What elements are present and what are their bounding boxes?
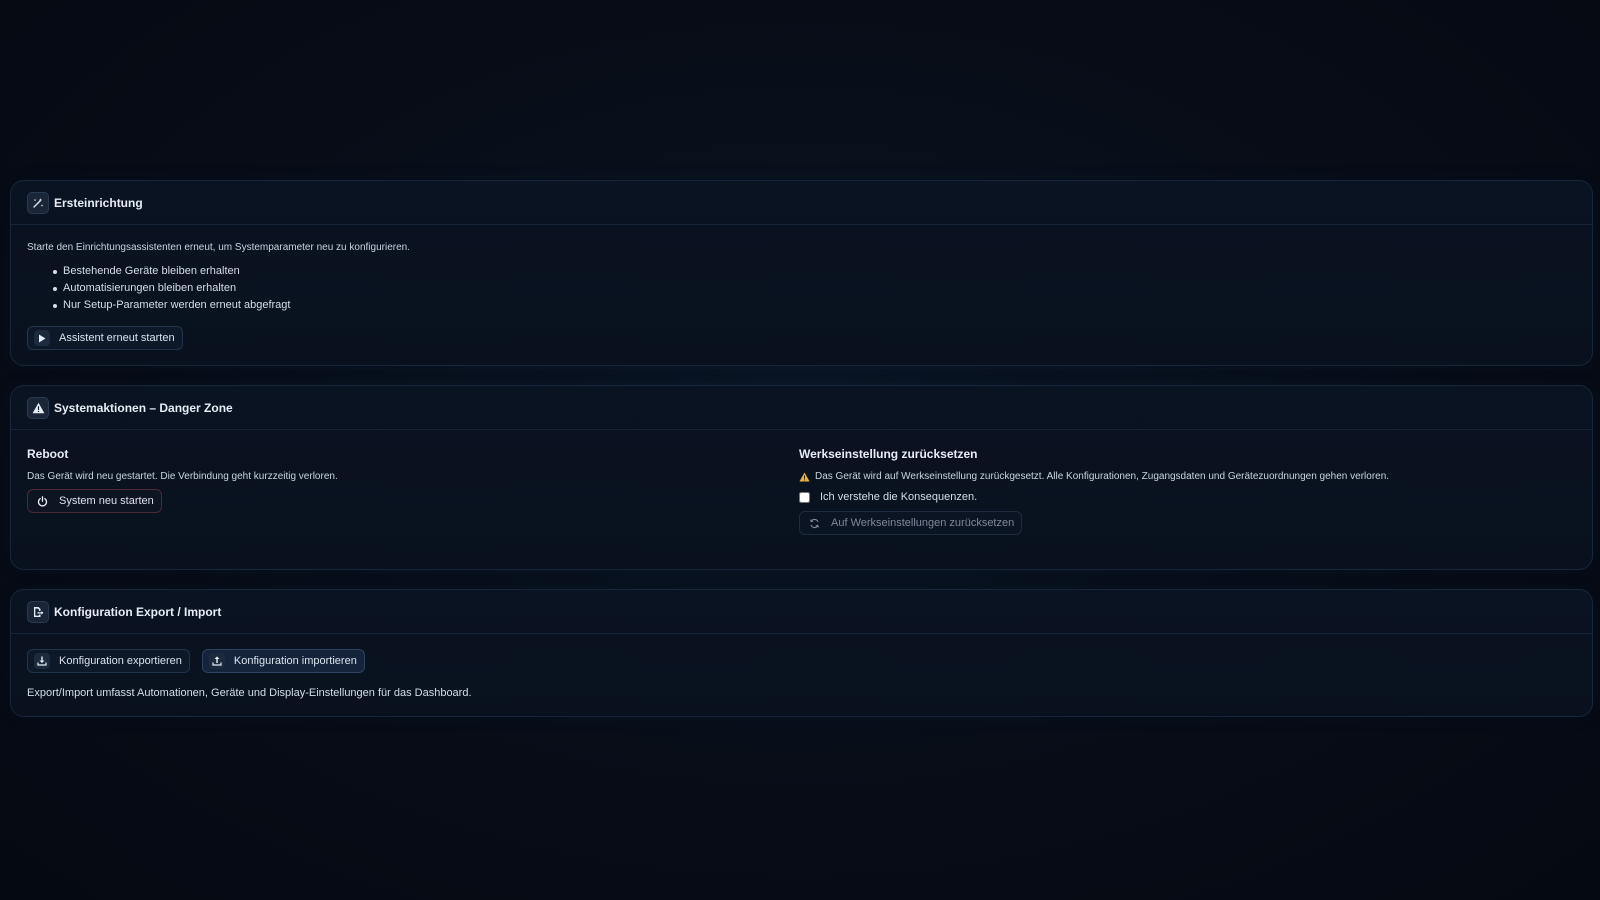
restart-wizard-button[interactable]: Assistent erneut starten (27, 326, 183, 350)
list-item: Bestehende Geräte bleiben erhalten (53, 263, 1576, 280)
export-config-button[interactable]: Konfiguration exportieren (27, 649, 190, 673)
file-export-icon (27, 600, 49, 623)
setup-points-list: Bestehende Geräte bleiben erhalten Autom… (53, 263, 1576, 314)
consequences-checkbox[interactable] (799, 491, 810, 503)
factory-reset-warning-text: Das Gerät wird auf Werkseinstellung zurü… (815, 471, 1390, 482)
factory-reset-button-label: Auf Werkseinstellungen zurücksetzen (831, 517, 1015, 529)
list-item: Nur Setup-Parameter werden erneut abgefr… (53, 297, 1576, 314)
reboot-title: Reboot (27, 447, 69, 461)
restart-wizard-label: Assistent erneut starten (59, 332, 175, 344)
export-config-label: Konfiguration exportieren (59, 655, 182, 667)
magic-wand-icon (27, 191, 49, 214)
config-title: Konfiguration Export / Import (54, 604, 222, 619)
reboot-section: Reboot Das Gerät wird neu gestartet. Die… (27, 447, 799, 535)
factory-reset-title: Werkseinstellung zurücksetzen (799, 447, 978, 461)
reboot-button-label: System neu starten (59, 495, 154, 507)
warning-triangle-icon (799, 472, 810, 481)
upload-icon (208, 653, 225, 669)
config-note: Export/Import umfasst Automationen, Gerä… (27, 687, 472, 699)
consequences-checkbox-label: Ich verstehe die Konsequenzen. (820, 491, 978, 503)
setup-card-header: Ersteinrichtung (11, 181, 1592, 225)
setup-card: Ersteinrichtung Starte den Einrichtungsa… (10, 180, 1593, 366)
settings-panel: Ersteinrichtung Starte den Einrichtungsa… (10, 180, 1593, 736)
factory-reset-button[interactable]: Auf Werkseinstellungen zurücksetzen (799, 511, 1023, 535)
play-icon (34, 330, 50, 346)
setup-title: Ersteinrichtung (54, 195, 143, 210)
import-config-label: Konfiguration importieren (233, 655, 357, 667)
config-card: Konfiguration Export / Import Konfigurat… (10, 589, 1593, 717)
list-item: Automatisierungen bleiben erhalten (53, 280, 1576, 297)
reboot-button[interactable]: System neu starten (27, 489, 162, 513)
consequences-checkbox-row[interactable]: Ich verstehe die Konsequenzen. (799, 491, 1576, 503)
power-icon (34, 493, 50, 509)
setup-description: Starte den Einrichtungsassistenten erneu… (27, 242, 410, 253)
danger-zone-title: Systemaktionen – Danger Zone (54, 400, 233, 415)
danger-zone-header: Systemaktionen – Danger Zone (11, 386, 1592, 430)
danger-zone-card: Systemaktionen – Danger Zone Reboot Das … (10, 385, 1593, 570)
factory-reset-warning: Das Gerät wird auf Werkseinstellung zurü… (799, 471, 1576, 482)
config-card-header: Konfiguration Export / Import (11, 590, 1592, 634)
warning-icon (27, 396, 49, 419)
import-config-button[interactable]: Konfiguration importieren (201, 649, 365, 673)
refresh-icon (806, 515, 822, 531)
download-icon (34, 653, 50, 669)
factory-reset-section: Werkseinstellung zurücksetzen Das Gerät … (799, 447, 1576, 535)
reboot-description: Das Gerät wird neu gestartet. Die Verbin… (27, 471, 338, 482)
